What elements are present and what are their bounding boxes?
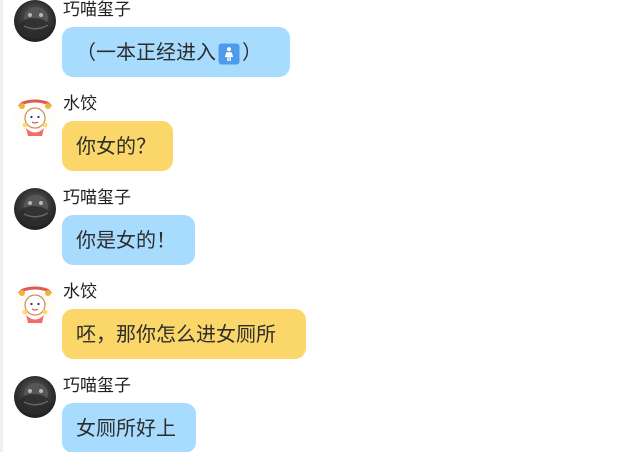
cartoon-avatar-icon xyxy=(14,284,56,326)
sender-name: 水饺 xyxy=(63,94,97,114)
sender-name: 巧喵玺子 xyxy=(63,0,131,20)
message-text: 呸，那你怎么进女厕所 xyxy=(76,322,276,346)
avatar[interactable] xyxy=(14,376,56,418)
avatar[interactable] xyxy=(14,284,56,326)
message-text: 女厕所好上 xyxy=(76,416,176,440)
message-text-before-emoji: （一本正经进入 xyxy=(76,40,216,64)
message-bubble[interactable]: 你是女的！ xyxy=(62,215,195,265)
cartoon-avatar-icon xyxy=(14,97,56,139)
sender-name: 巧喵玺子 xyxy=(63,376,131,396)
dark-avatar-icon xyxy=(14,0,56,42)
left-edge-divider xyxy=(0,0,3,452)
message-bubble[interactable]: 你女的？ xyxy=(62,121,173,171)
sender-name: 水饺 xyxy=(63,282,97,302)
message-bubble[interactable]: （一本正经进入 ） xyxy=(62,27,290,77)
avatar[interactable] xyxy=(14,97,56,139)
avatar[interactable] xyxy=(14,0,56,42)
sender-name: 巧喵玺子 xyxy=(63,188,131,208)
chat-window: 巧喵玺子 （一本正经进入 ） 水饺 你女的？ 巧喵玺子 你是女的！ 水饺 呸，那… xyxy=(0,0,640,452)
message-bubble[interactable]: 女厕所好上 xyxy=(62,403,196,452)
womens-room-icon xyxy=(218,43,240,65)
dark-avatar-icon xyxy=(14,188,56,230)
message-bubble[interactable]: 呸，那你怎么进女厕所 xyxy=(62,309,306,359)
avatar[interactable] xyxy=(14,188,56,230)
message-text: 你是女的！ xyxy=(76,228,176,252)
message-text: 你女的？ xyxy=(76,134,156,158)
dark-avatar-icon xyxy=(14,376,56,418)
message-text-after-emoji: ） xyxy=(242,40,262,64)
